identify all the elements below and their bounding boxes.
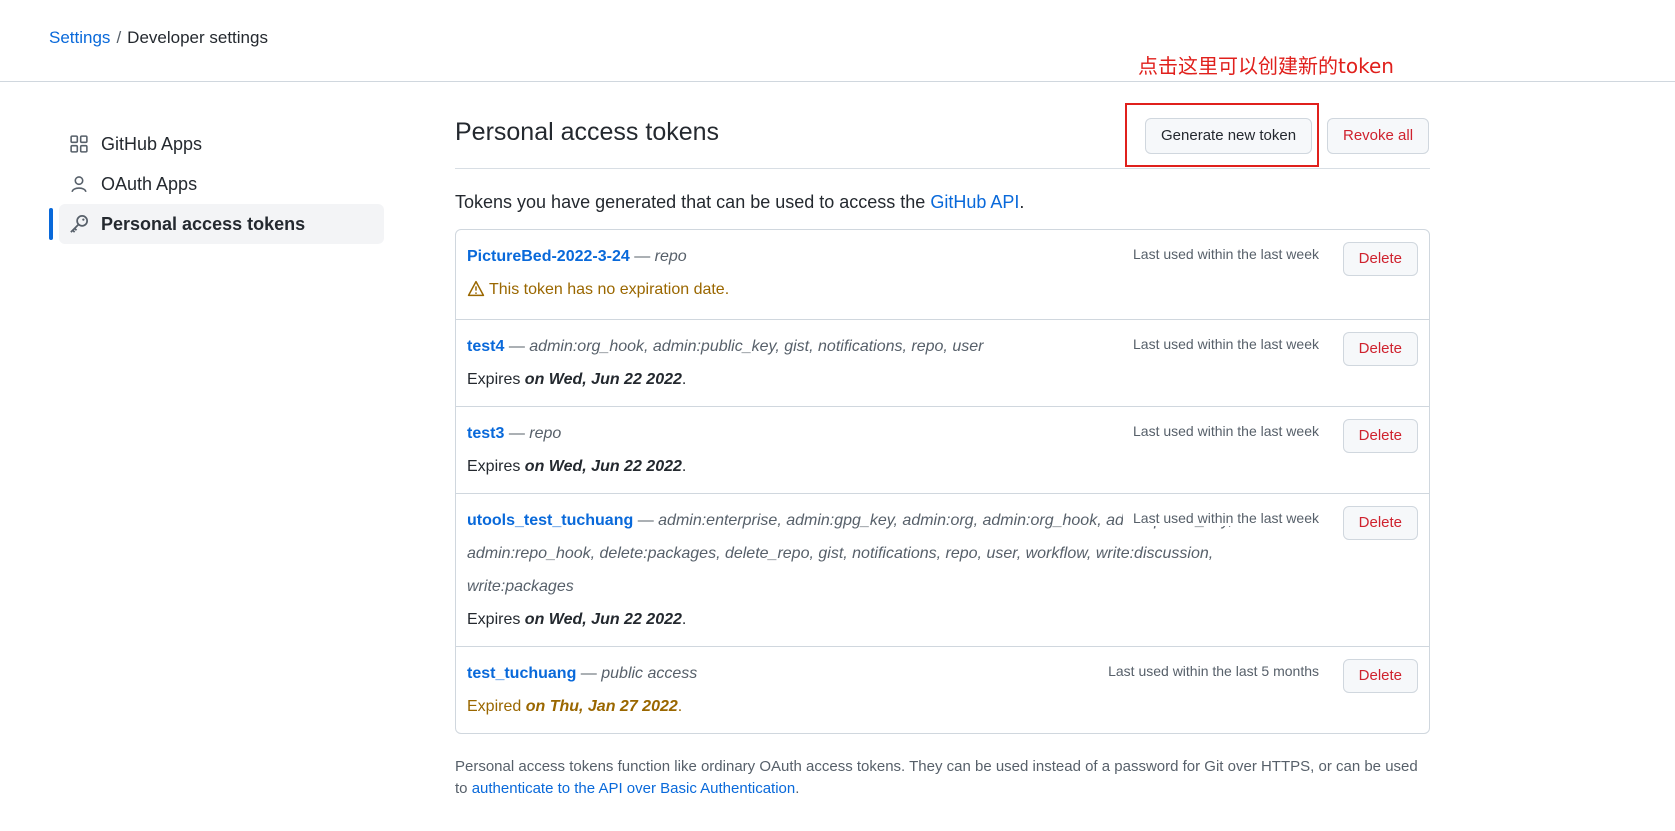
token-expiration: Expires on Wed, Jun 22 2022. (467, 363, 1319, 396)
token-warning-text: This token has no expiration date. (489, 281, 730, 298)
token-last-used: Last used within the last week (1123, 336, 1319, 352)
em-dash: — (508, 338, 530, 355)
token-expiration-prefix: Expires (467, 371, 525, 388)
em-dash: — (580, 665, 602, 682)
token-expiration-prefix: Expired (467, 698, 526, 715)
sidebar-item-personal-access-tokens[interactable]: Personal access tokens (49, 204, 384, 244)
intro-text: Tokens you have generated that can be us… (455, 189, 1430, 215)
delete-token-button[interactable]: Delete (1342, 419, 1418, 453)
token-list: PictureBed-2022-3-24 — repo This token h… (455, 229, 1430, 734)
token-last-used: Last used within the last week (1123, 246, 1319, 262)
top-header: Settings / Developer settings (0, 0, 1675, 82)
token-expiration-suffix: . (677, 698, 683, 715)
token-expired: Expired on Thu, Jan 27 2022. (467, 690, 1319, 723)
breadcrumb-settings-link[interactable]: Settings (49, 28, 110, 47)
sidebar-item-github-apps[interactable]: GitHub Apps (49, 124, 384, 164)
token-expiration-date: on Wed, Jun 22 2022 (524, 458, 682, 475)
token-scopes: admin:org_hook, admin:public_key, gist, … (529, 338, 984, 355)
token-last-used: Last used within the last week (1123, 510, 1319, 526)
token-row: PictureBed-2022-3-24 — repo This token h… (456, 230, 1429, 319)
sidebar-item-label: OAuth Apps (101, 173, 198, 194)
page-header: Personal access tokens Generate new toke… (455, 108, 1430, 169)
basic-auth-link[interactable]: authenticate to the API over Basic Authe… (472, 780, 796, 797)
token-expiration-suffix: . (681, 458, 687, 475)
sidebar-item-oauth-apps[interactable]: OAuth Apps (49, 164, 384, 204)
token-name-link[interactable]: utools_test_tuchuang (467, 512, 633, 529)
token-expiration-date: on Thu, Jan 27 2022 (525, 698, 678, 715)
annotation-note: 点击这里可以创建新的token (1138, 54, 1394, 78)
sidebar-item-label: GitHub Apps (101, 133, 203, 154)
token-expiration-date: on Wed, Jun 22 2022 (524, 611, 682, 628)
token-expiration-date: on Wed, Jun 22 2022 (524, 371, 682, 388)
breadcrumb-separator: / (116, 28, 122, 47)
delete-token-button[interactable]: Delete (1342, 506, 1418, 540)
breadcrumb: Settings / Developer settings (49, 28, 268, 48)
intro-text-body: Tokens you have generated that can be us… (455, 192, 931, 212)
token-name-link[interactable]: test4 (467, 338, 504, 355)
token-name-link[interactable]: test3 (467, 425, 504, 442)
sidebar-item-label: Personal access tokens (101, 213, 306, 234)
token-last-used: Last used within the last week (1123, 423, 1319, 439)
token-row: test3 — repo Expires on Wed, Jun 22 2022… (456, 406, 1429, 493)
token-scopes: repo (654, 248, 687, 265)
token-expiration-warning: This token has no expiration date. (467, 273, 1319, 309)
token-expiration-prefix: Expires (467, 611, 525, 628)
token-name-link[interactable]: PictureBed-2022-3-24 (467, 248, 630, 265)
token-name-link[interactable]: test_tuchuang (467, 665, 576, 682)
generate-new-token-button[interactable]: Generate new token (1145, 118, 1313, 154)
footnote-end: . (795, 780, 800, 797)
key-icon (69, 214, 89, 234)
em-dash: — (508, 425, 530, 442)
em-dash: — (634, 248, 655, 265)
token-expiration-suffix: . (681, 611, 687, 628)
token-expiration-suffix: . (681, 371, 687, 388)
main-content: Personal access tokens Generate new toke… (455, 108, 1430, 815)
intro-text-end: . (1019, 192, 1025, 212)
delete-token-button[interactable]: Delete (1342, 242, 1418, 276)
em-dash: — (637, 512, 659, 529)
breadcrumb-current: Developer settings (127, 28, 268, 47)
delete-token-button[interactable]: Delete (1342, 659, 1418, 693)
token-row: utools_test_tuchuang — admin:enterprise,… (456, 493, 1429, 646)
token-expiration: Expires on Wed, Jun 22 2022. (467, 603, 1319, 636)
token-expiration-prefix: Expires (467, 458, 525, 475)
token-scopes: repo (529, 425, 562, 442)
token-last-used: Last used within the last 5 months (1098, 663, 1319, 679)
page-title: Personal access tokens (455, 118, 720, 146)
sidebar-nav: GitHub Apps OAuth Apps Personal access t… (49, 124, 384, 244)
github-api-link[interactable]: GitHub API (930, 192, 1019, 212)
person-icon (69, 174, 89, 194)
apps-grid-icon (69, 134, 89, 154)
alert-icon (467, 276, 485, 309)
token-row: test_tuchuang — public access Expired on… (456, 646, 1429, 733)
revoke-all-button[interactable]: Revoke all (1327, 118, 1430, 154)
token-expiration: Expires on Wed, Jun 22 2022. (467, 450, 1319, 483)
token-scopes: public access (601, 665, 698, 682)
delete-token-button[interactable]: Delete (1342, 332, 1418, 366)
footnote: Personal access tokens function like ord… (455, 756, 1430, 800)
token-row: test4 — admin:org_hook, admin:public_key… (456, 319, 1429, 406)
